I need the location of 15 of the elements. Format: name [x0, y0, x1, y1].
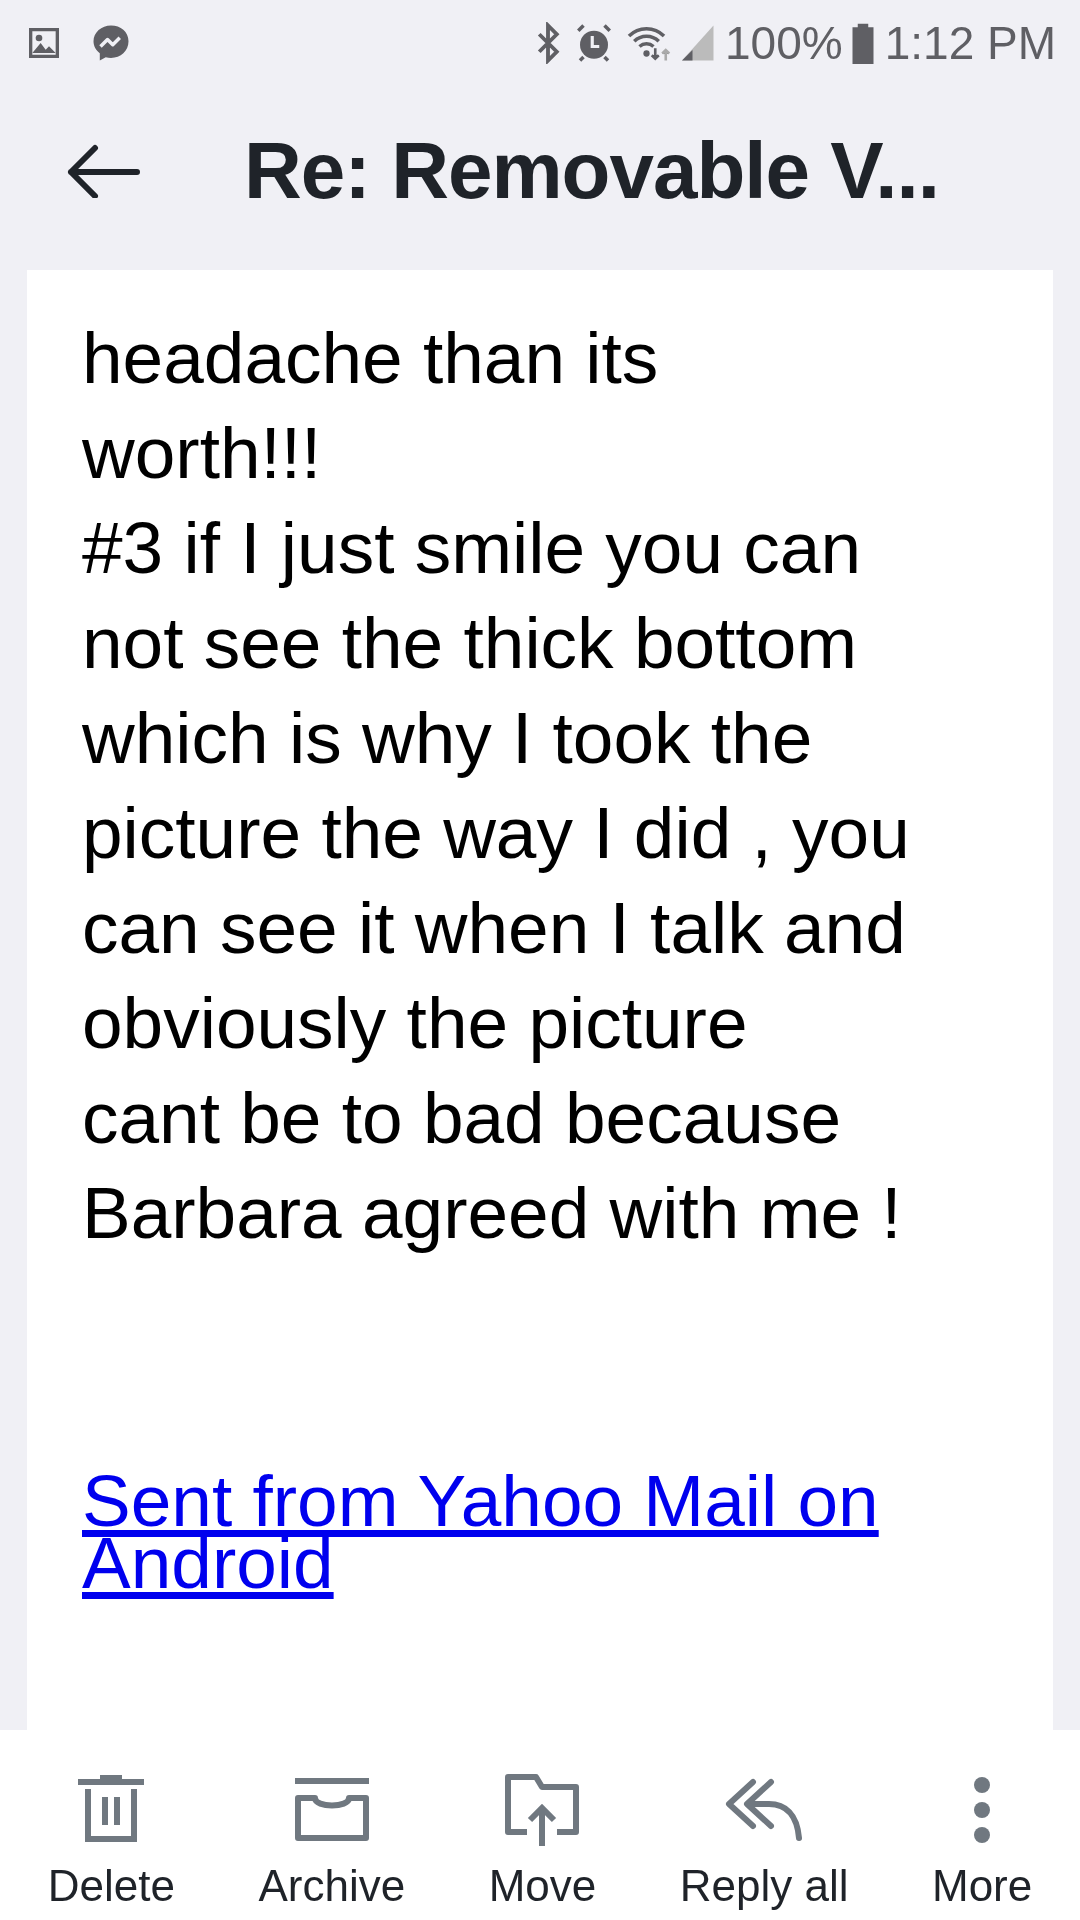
battery-icon	[850, 22, 875, 64]
window-title: Re: Removable V...	[244, 125, 939, 217]
reply-all-button[interactable]: Reply all	[679, 1770, 849, 1914]
move-button[interactable]: Move	[488, 1770, 597, 1914]
clock-time: 1:12 PM	[884, 15, 1056, 71]
delete-button[interactable]: Delete	[47, 1770, 175, 1914]
trash-icon	[78, 1775, 145, 1845]
folder-upload-icon	[505, 1774, 580, 1846]
message-body: headache than its worth!!! #3 if I just smile you can not see the thick bottom which is why I took the picture the way I did , you can see it when I talk and obviously the picture cant be to bad because Barbara agreed with me !	[82, 316, 910, 1255]
signature-link[interactable]: Sent from Yahoo Mail on Android	[82, 1470, 1012, 1594]
more-button[interactable]: More	[932, 1770, 1033, 1914]
more-options-icon	[972, 1776, 993, 1844]
battery-percent: 100%	[725, 15, 843, 71]
archive-tray-icon	[294, 1778, 369, 1842]
archive-button[interactable]: Archive	[258, 1770, 406, 1914]
